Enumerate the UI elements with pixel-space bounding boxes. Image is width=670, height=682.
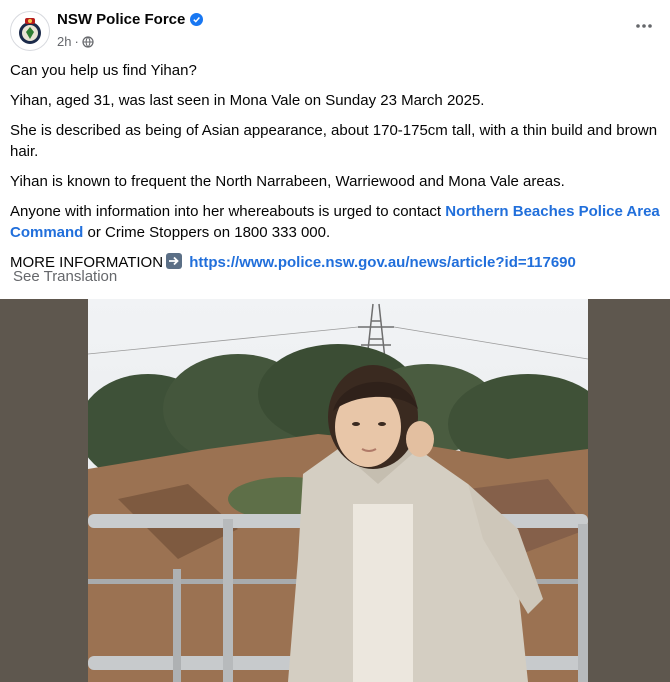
page-name-text[interactable]: NSW Police Force [57,11,185,28]
paragraph-contact: Anyone with information into her whereab… [10,201,660,243]
verified-badge-icon [190,13,204,26]
paragraph-appeal: Can you help us find Yihan? [10,62,197,79]
post-text: Can you help us find Yihan? Yihan, aged … [10,60,660,282]
post-header: NSW Police Force 2h · [0,0,670,58]
post-photo-container[interactable] [0,299,670,682]
see-translation-link[interactable]: See Translation [13,268,117,285]
nsw-police-badge-icon [12,13,48,49]
meta-separator: · [74,34,79,49]
article-link[interactable]: https://www.police.nsw.gov.au/news/artic… [189,254,576,271]
paragraph-areas: Yihan is known to frequent the North Nar… [10,173,565,190]
more-options-icon [636,24,652,28]
globe-icon[interactable] [82,35,94,48]
contact-text-before: Anyone with information into her whereab… [10,203,446,220]
paragraph-description: She is described as being of Asian appea… [10,122,658,160]
missing-person-photo [88,299,588,682]
post-meta: 2h · [57,34,94,49]
more-options-button[interactable] [632,14,656,38]
contact-text-after: or Crime Stoppers on 1800 333 000. [83,224,331,241]
right-arrow-emoji-icon [166,253,183,269]
paragraph-last-seen: Yihan, aged 31, was last seen in Mona Va… [10,92,485,109]
page-avatar[interactable] [10,11,50,51]
page-name[interactable]: NSW Police Force [57,11,204,28]
post-photo[interactable] [88,299,588,682]
post-time[interactable]: 2h [57,34,71,49]
